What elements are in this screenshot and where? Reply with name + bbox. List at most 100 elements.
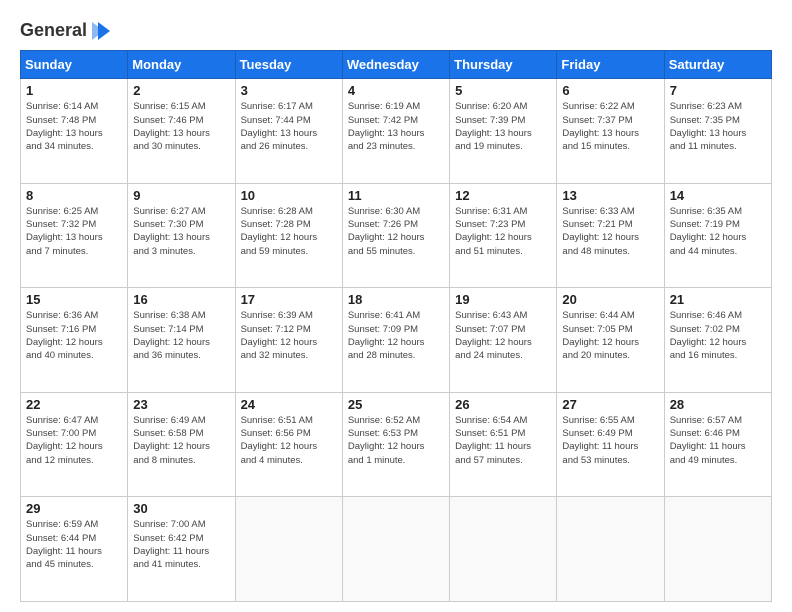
- calendar-day-cell: 11 Sunrise: 6:30 AMSunset: 7:26 PMDaylig…: [342, 183, 449, 288]
- day-number: 19: [455, 292, 551, 307]
- calendar-week-row: 1 Sunrise: 6:14 AMSunset: 7:48 PMDayligh…: [21, 79, 772, 184]
- day-info: Sunrise: 6:43 AMSunset: 7:07 PMDaylight:…: [455, 309, 551, 362]
- day-number: 6: [562, 83, 658, 98]
- day-info: Sunrise: 6:57 AMSunset: 6:46 PMDaylight:…: [670, 414, 766, 467]
- day-info: Sunrise: 6:49 AMSunset: 6:58 PMDaylight:…: [133, 414, 229, 467]
- day-info: Sunrise: 6:38 AMSunset: 7:14 PMDaylight:…: [133, 309, 229, 362]
- day-info: Sunrise: 6:36 AMSunset: 7:16 PMDaylight:…: [26, 309, 122, 362]
- day-info: Sunrise: 6:54 AMSunset: 6:51 PMDaylight:…: [455, 414, 551, 467]
- day-info: Sunrise: 6:22 AMSunset: 7:37 PMDaylight:…: [562, 100, 658, 153]
- day-number: 26: [455, 397, 551, 412]
- logo-icon: [90, 20, 112, 42]
- calendar-day-cell: 13 Sunrise: 6:33 AMSunset: 7:21 PMDaylig…: [557, 183, 664, 288]
- day-info: Sunrise: 6:27 AMSunset: 7:30 PMDaylight:…: [133, 205, 229, 258]
- day-info: Sunrise: 7:00 AMSunset: 6:42 PMDaylight:…: [133, 518, 229, 571]
- day-number: 12: [455, 188, 551, 203]
- calendar-day-cell: 28 Sunrise: 6:57 AMSunset: 6:46 PMDaylig…: [664, 392, 771, 497]
- calendar-day-cell: 10 Sunrise: 6:28 AMSunset: 7:28 PMDaylig…: [235, 183, 342, 288]
- header: General: [20, 16, 772, 42]
- calendar-day-cell: 27 Sunrise: 6:55 AMSunset: 6:49 PMDaylig…: [557, 392, 664, 497]
- calendar-day-cell: 23 Sunrise: 6:49 AMSunset: 6:58 PMDaylig…: [128, 392, 235, 497]
- calendar: SundayMondayTuesdayWednesdayThursdayFrid…: [20, 50, 772, 602]
- calendar-day-cell: 19 Sunrise: 6:43 AMSunset: 7:07 PMDaylig…: [450, 288, 557, 393]
- calendar-body: 1 Sunrise: 6:14 AMSunset: 7:48 PMDayligh…: [21, 79, 772, 602]
- day-info: Sunrise: 6:35 AMSunset: 7:19 PMDaylight:…: [670, 205, 766, 258]
- logo-text: General: [20, 20, 112, 42]
- calendar-day-cell: [342, 497, 449, 602]
- day-number: 23: [133, 397, 229, 412]
- calendar-day-cell: 9 Sunrise: 6:27 AMSunset: 7:30 PMDayligh…: [128, 183, 235, 288]
- day-info: Sunrise: 6:23 AMSunset: 7:35 PMDaylight:…: [670, 100, 766, 153]
- calendar-header-row: SundayMondayTuesdayWednesdayThursdayFrid…: [21, 51, 772, 79]
- day-info: Sunrise: 6:39 AMSunset: 7:12 PMDaylight:…: [241, 309, 337, 362]
- day-number: 18: [348, 292, 444, 307]
- day-number: 16: [133, 292, 229, 307]
- day-info: Sunrise: 6:28 AMSunset: 7:28 PMDaylight:…: [241, 205, 337, 258]
- day-number: 11: [348, 188, 444, 203]
- calendar-day-cell: 4 Sunrise: 6:19 AMSunset: 7:42 PMDayligh…: [342, 79, 449, 184]
- weekday-header: Thursday: [450, 51, 557, 79]
- day-info: Sunrise: 6:55 AMSunset: 6:49 PMDaylight:…: [562, 414, 658, 467]
- day-number: 9: [133, 188, 229, 203]
- day-number: 22: [26, 397, 122, 412]
- calendar-day-cell: 29 Sunrise: 6:59 AMSunset: 6:44 PMDaylig…: [21, 497, 128, 602]
- day-number: 29: [26, 501, 122, 516]
- weekday-header: Wednesday: [342, 51, 449, 79]
- day-number: 5: [455, 83, 551, 98]
- day-info: Sunrise: 6:44 AMSunset: 7:05 PMDaylight:…: [562, 309, 658, 362]
- calendar-day-cell: 30 Sunrise: 7:00 AMSunset: 6:42 PMDaylig…: [128, 497, 235, 602]
- calendar-day-cell: 26 Sunrise: 6:54 AMSunset: 6:51 PMDaylig…: [450, 392, 557, 497]
- calendar-day-cell: 20 Sunrise: 6:44 AMSunset: 7:05 PMDaylig…: [557, 288, 664, 393]
- day-number: 13: [562, 188, 658, 203]
- weekday-header: Friday: [557, 51, 664, 79]
- day-info: Sunrise: 6:20 AMSunset: 7:39 PMDaylight:…: [455, 100, 551, 153]
- day-number: 14: [670, 188, 766, 203]
- calendar-day-cell: 16 Sunrise: 6:38 AMSunset: 7:14 PMDaylig…: [128, 288, 235, 393]
- day-info: Sunrise: 6:30 AMSunset: 7:26 PMDaylight:…: [348, 205, 444, 258]
- day-number: 20: [562, 292, 658, 307]
- day-number: 27: [562, 397, 658, 412]
- day-info: Sunrise: 6:15 AMSunset: 7:46 PMDaylight:…: [133, 100, 229, 153]
- calendar-day-cell: 17 Sunrise: 6:39 AMSunset: 7:12 PMDaylig…: [235, 288, 342, 393]
- calendar-day-cell: 3 Sunrise: 6:17 AMSunset: 7:44 PMDayligh…: [235, 79, 342, 184]
- day-number: 21: [670, 292, 766, 307]
- calendar-day-cell: [664, 497, 771, 602]
- day-info: Sunrise: 6:46 AMSunset: 7:02 PMDaylight:…: [670, 309, 766, 362]
- day-info: Sunrise: 6:17 AMSunset: 7:44 PMDaylight:…: [241, 100, 337, 153]
- day-info: Sunrise: 6:51 AMSunset: 6:56 PMDaylight:…: [241, 414, 337, 467]
- day-number: 30: [133, 501, 229, 516]
- day-info: Sunrise: 6:52 AMSunset: 6:53 PMDaylight:…: [348, 414, 444, 467]
- calendar-day-cell: 24 Sunrise: 6:51 AMSunset: 6:56 PMDaylig…: [235, 392, 342, 497]
- calendar-day-cell: 14 Sunrise: 6:35 AMSunset: 7:19 PMDaylig…: [664, 183, 771, 288]
- day-info: Sunrise: 6:47 AMSunset: 7:00 PMDaylight:…: [26, 414, 122, 467]
- day-number: 8: [26, 188, 122, 203]
- calendar-day-cell: 7 Sunrise: 6:23 AMSunset: 7:35 PMDayligh…: [664, 79, 771, 184]
- calendar-day-cell: 21 Sunrise: 6:46 AMSunset: 7:02 PMDaylig…: [664, 288, 771, 393]
- calendar-day-cell: [450, 497, 557, 602]
- day-number: 25: [348, 397, 444, 412]
- calendar-day-cell: [235, 497, 342, 602]
- day-info: Sunrise: 6:41 AMSunset: 7:09 PMDaylight:…: [348, 309, 444, 362]
- calendar-day-cell: 12 Sunrise: 6:31 AMSunset: 7:23 PMDaylig…: [450, 183, 557, 288]
- calendar-week-row: 29 Sunrise: 6:59 AMSunset: 6:44 PMDaylig…: [21, 497, 772, 602]
- calendar-day-cell: 22 Sunrise: 6:47 AMSunset: 7:00 PMDaylig…: [21, 392, 128, 497]
- weekday-header: Tuesday: [235, 51, 342, 79]
- day-number: 17: [241, 292, 337, 307]
- calendar-day-cell: 1 Sunrise: 6:14 AMSunset: 7:48 PMDayligh…: [21, 79, 128, 184]
- day-number: 15: [26, 292, 122, 307]
- day-info: Sunrise: 6:19 AMSunset: 7:42 PMDaylight:…: [348, 100, 444, 153]
- calendar-day-cell: 15 Sunrise: 6:36 AMSunset: 7:16 PMDaylig…: [21, 288, 128, 393]
- day-number: 28: [670, 397, 766, 412]
- day-number: 3: [241, 83, 337, 98]
- day-number: 4: [348, 83, 444, 98]
- calendar-week-row: 8 Sunrise: 6:25 AMSunset: 7:32 PMDayligh…: [21, 183, 772, 288]
- day-number: 2: [133, 83, 229, 98]
- day-number: 10: [241, 188, 337, 203]
- calendar-day-cell: 25 Sunrise: 6:52 AMSunset: 6:53 PMDaylig…: [342, 392, 449, 497]
- calendar-day-cell: 8 Sunrise: 6:25 AMSunset: 7:32 PMDayligh…: [21, 183, 128, 288]
- weekday-header: Monday: [128, 51, 235, 79]
- day-number: 24: [241, 397, 337, 412]
- day-info: Sunrise: 6:33 AMSunset: 7:21 PMDaylight:…: [562, 205, 658, 258]
- calendar-week-row: 22 Sunrise: 6:47 AMSunset: 7:00 PMDaylig…: [21, 392, 772, 497]
- page: General SundayMondayTuesdayWednesdayThur…: [0, 0, 792, 612]
